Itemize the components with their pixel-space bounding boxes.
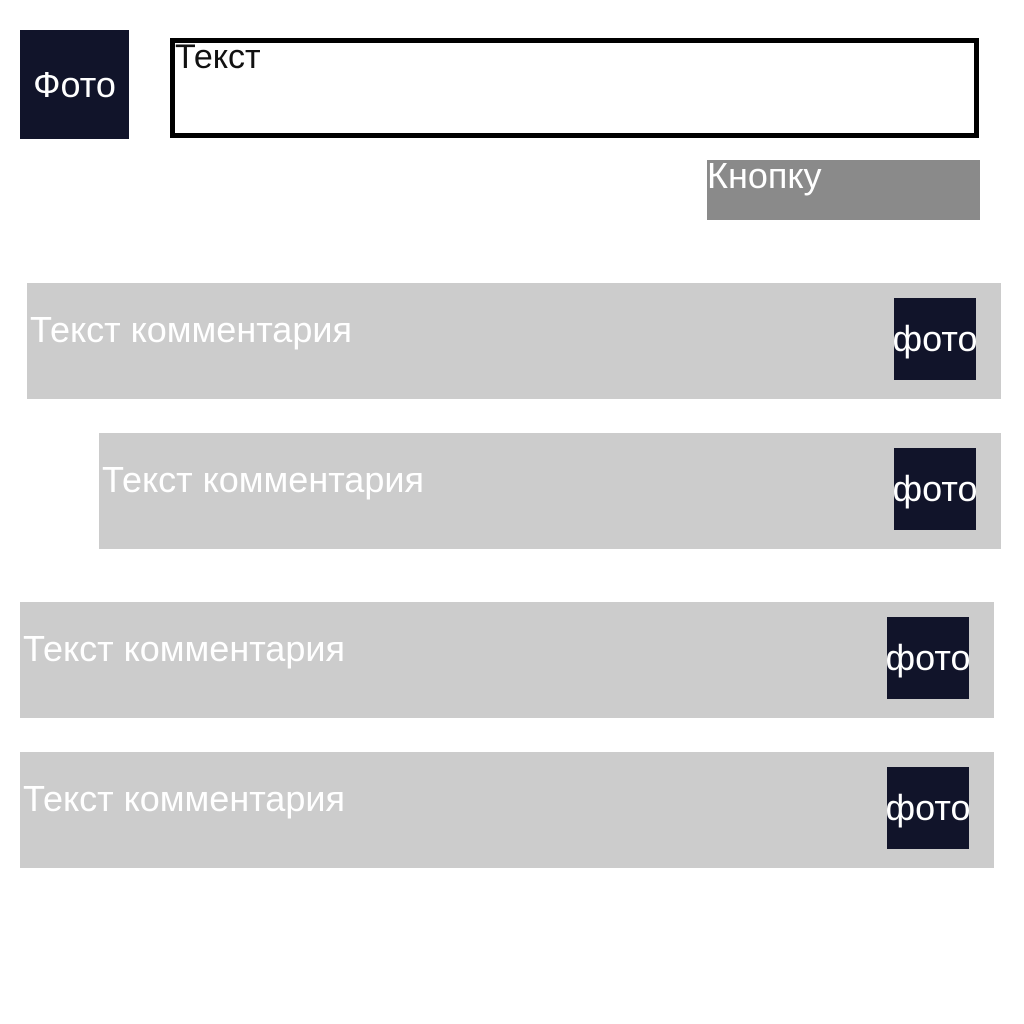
user-photo: Фото bbox=[20, 30, 129, 139]
submit-button[interactable]: Кнопку bbox=[707, 155, 980, 220]
comment-avatar: фото bbox=[887, 767, 969, 849]
comment-item: Текст комментария фото bbox=[27, 283, 1001, 399]
user-photo-label: Фото bbox=[33, 63, 116, 105]
comment-avatar-label: фото bbox=[894, 468, 976, 509]
comment-input[interactable] bbox=[170, 38, 979, 138]
comment-text: Текст комментария bbox=[30, 309, 352, 350]
comment-avatar-label: фото bbox=[894, 318, 976, 359]
submit-button-label: Кнопку bbox=[707, 155, 822, 196]
comment-avatar: фото bbox=[887, 617, 969, 699]
comment-text: Текст комментария bbox=[102, 459, 424, 500]
comment-item: Текст комментария фото bbox=[20, 752, 994, 868]
comment-reply-item: Текст комментария фото bbox=[99, 433, 1001, 549]
comment-avatar: фото bbox=[894, 448, 976, 530]
comment-avatar-label: фото bbox=[887, 637, 969, 678]
comment-item: Текст комментария фото bbox=[20, 602, 994, 718]
comment-avatar-label: фото bbox=[887, 787, 969, 828]
comment-text: Текст комментария bbox=[23, 628, 345, 669]
comment-text: Текст комментария bbox=[23, 778, 345, 819]
comment-avatar: фото bbox=[894, 298, 976, 380]
